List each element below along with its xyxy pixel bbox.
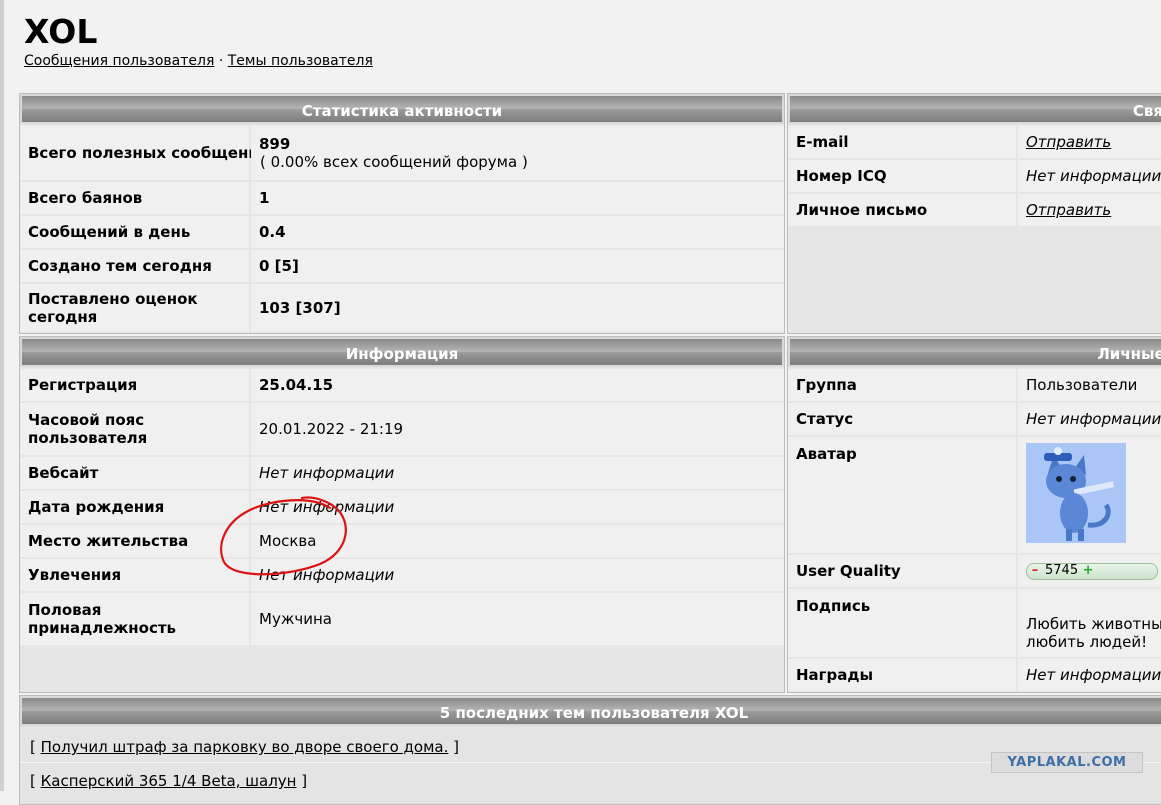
table-row: E-mail Отправить <box>788 126 1161 158</box>
stat-label: Создано тем сегодня <box>20 250 249 282</box>
status-value: Нет информации <box>1018 403 1161 435</box>
table-row: Группа Пользователи <box>788 369 1161 401</box>
gender-value: Мужчина <box>251 593 784 645</box>
table-row: Регистрация 25.04.15 <box>20 369 784 401</box>
stat-label: Поставлено оценок сегодня <box>20 284 249 332</box>
personal-panel: Личные данные Группа Пользователи Статус… <box>787 336 1161 693</box>
table-row: Личное письмо Отправить <box>788 194 1161 226</box>
info-label: Половая принадлежность <box>20 593 249 645</box>
stat-value: 0.4 <box>251 216 784 248</box>
info-label: Вебсайт <box>20 457 249 489</box>
topic-link-1[interactable]: Получил штраф за парковку во дворе своег… <box>41 738 449 756</box>
info-panel-title: Информация <box>20 337 784 367</box>
awards-value: Нет информации <box>1018 659 1161 691</box>
website-value: Нет информации <box>251 457 784 489</box>
user-topics-link[interactable]: Темы пользователя <box>228 53 373 69</box>
table-row: Награды Нет информации <box>788 659 1161 691</box>
annotation-circle <box>220 496 347 576</box>
bayan-count: 1 <box>259 189 270 207</box>
personal-panel-title: Личные данные <box>788 337 1161 367</box>
quality-score: 5745 <box>1045 563 1079 578</box>
link-separator: · <box>218 53 224 69</box>
useful-posts-share: ( 0.00% всех сообщений форума ) <box>260 153 528 171</box>
quality-minus-button[interactable]: – <box>1029 562 1041 580</box>
stat-value: 1 <box>251 182 784 214</box>
table-row: Статус Нет информации <box>788 403 1161 435</box>
table-row: Сообщений в день 0.4 <box>20 216 784 248</box>
avatar <box>1026 443 1126 543</box>
user-messages-link[interactable]: Сообщения пользователя <box>24 53 214 69</box>
info-label: Регистрация <box>20 369 249 401</box>
table-row: Номер ICQ Нет информации <box>788 160 1161 192</box>
icq-value: Нет информации <box>1018 160 1161 192</box>
stat-value: 103 [307] <box>251 284 784 332</box>
watermark-logo: YAPLAKAL.COM <box>991 752 1143 773</box>
table-row: Половая принадлежность Мужчина <box>20 593 784 645</box>
table-row: Всего полезных сообщений 899 ( 0.00% все… <box>20 126 784 180</box>
profile-links: Сообщения пользователя · Темы пользовате… <box>24 53 373 69</box>
contact-panel-title: Связь <box>788 94 1161 124</box>
group-value: Пользователи <box>1018 369 1161 401</box>
user-quality-widget: – 5745 + <box>1026 562 1158 580</box>
personal-label: User Quality <box>788 555 1016 587</box>
timezone-value: 20.01.2022 - 21:19 <box>251 403 784 455</box>
table-row: Создано тем сегодня 0 [5] <box>20 250 784 282</box>
cat-icon <box>1026 443 1126 543</box>
contact-label: Номер ICQ <box>788 160 1016 192</box>
useful-posts-count: 899 <box>259 135 291 153</box>
page-title: XOL <box>24 12 98 51</box>
signature-text: Любить животных - любить людей! <box>1026 615 1161 651</box>
recent-topics-panel: 5 последних тем пользователя XOL [ Получ… <box>19 695 1161 805</box>
list-item: [ Касперский 365 1/4 Beta, шалун ] <box>30 772 308 790</box>
email-send-link[interactable]: Отправить <box>1026 133 1158 151</box>
table-row: Поставлено оценок сегодня 103 [307] <box>20 284 784 332</box>
empty-area <box>20 647 784 691</box>
ratings-today: 103 [307] <box>259 299 341 317</box>
info-label: Часовой пояс пользователя <box>20 403 249 455</box>
contact-label: E-mail <box>788 126 1016 158</box>
table-row: Подпись Любить животных - любить людей! <box>788 589 1161 657</box>
left-edge <box>0 0 4 791</box>
table-row: Увлечения Нет информации <box>20 559 784 591</box>
topics-today: 0 [5] <box>259 257 299 275</box>
table-row: Всего баянов 1 <box>20 182 784 214</box>
recent-topics-title: 5 последних тем пользователя XOL <box>20 696 1161 726</box>
info-panel: Информация Регистрация 25.04.15 Часовой … <box>19 336 785 693</box>
personal-label: Аватар <box>788 437 1016 553</box>
table-row: Дата рождения Нет информации <box>20 491 784 523</box>
personal-label: Награды <box>788 659 1016 691</box>
list-item: [ Получил штраф за парковку во дворе сво… <box>30 738 459 756</box>
table-row: Вебсайт Нет информации <box>20 457 784 489</box>
stats-panel: Статистика активности Всего полезных соо… <box>19 93 785 334</box>
quality-plus-button[interactable]: + <box>1082 562 1094 580</box>
table-row: User Quality – 5745 + <box>788 555 1161 587</box>
personal-label: Подпись <box>788 589 1016 657</box>
stats-panel-title: Статистика активности <box>20 94 784 124</box>
registration-date: 25.04.15 <box>259 376 334 394</box>
personal-label: Группа <box>788 369 1016 401</box>
table-row: Место жительства Москва <box>20 525 784 557</box>
table-row: Аватар <box>788 437 1161 553</box>
private-message-link[interactable]: Отправить <box>1026 201 1158 219</box>
posts-per-day: 0.4 <box>259 223 286 241</box>
contact-panel: Связь E-mail Отправить Номер ICQ Нет инф… <box>787 93 1161 334</box>
stat-label: Сообщений в день <box>20 216 249 248</box>
stat-label: Всего баянов <box>20 182 249 214</box>
stat-label: Всего полезных сообщений <box>20 126 269 180</box>
topic-link-2[interactable]: Касперский 365 1/4 Beta, шалун <box>41 772 297 790</box>
personal-label: Статус <box>788 403 1016 435</box>
stat-value: 899 ( 0.00% всех сообщений форума ) <box>251 126 784 180</box>
table-row: Часовой пояс пользователя 20.01.2022 - 2… <box>20 403 784 455</box>
contact-label: Личное письмо <box>788 194 1016 226</box>
stat-value: 0 [5] <box>251 250 784 282</box>
